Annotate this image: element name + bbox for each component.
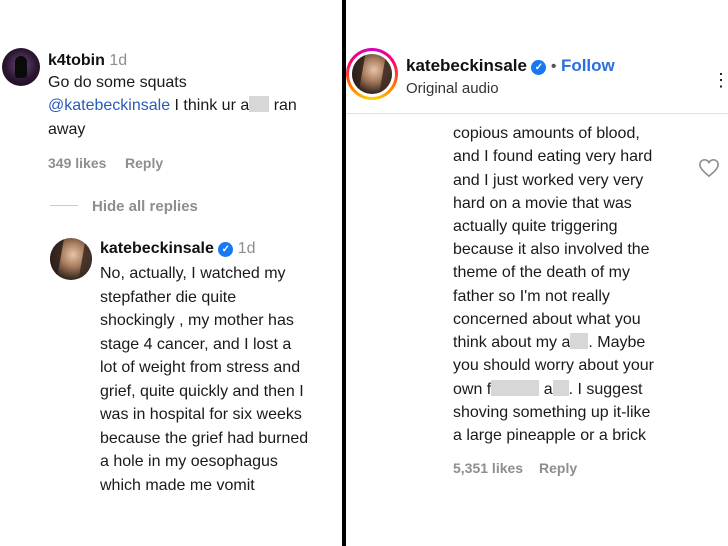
reply-line: stepfather die quite <box>100 289 237 306</box>
caption-line: and I found eating very hard <box>453 148 653 165</box>
caption-text: . I suggest <box>568 381 643 398</box>
comment-line-2: @katebeckinsale I think ur a ran <box>48 94 297 118</box>
caption-line: because it also involved the <box>453 241 650 258</box>
caption-line: shoving something up it-like <box>453 404 651 421</box>
censor-block <box>491 380 540 396</box>
reply-line: was in hospital for six weeks <box>100 406 302 423</box>
caption-line: and I just worked very very <box>453 172 644 189</box>
comment-likes[interactable]: 349 likes <box>48 155 106 171</box>
post-header: katebeckinsale ✓ • Follow <box>406 56 615 76</box>
reply-line: a hole in my oesophagus <box>100 453 278 470</box>
caption-text: think about my a <box>453 334 571 351</box>
caption-text: a <box>539 381 553 398</box>
mention-link[interactable]: @katebeckinsale <box>48 97 170 114</box>
reply-line: lot of weight from stress and <box>100 359 301 376</box>
hide-replies-button[interactable]: Hide all replies <box>92 198 198 215</box>
reply-time: 1d <box>237 240 256 257</box>
reply-line: grief, quite quickly and then I <box>100 383 304 400</box>
censor-block <box>249 96 270 112</box>
comment-line-2-end: ran <box>269 97 297 114</box>
caption-line: hard on a movie that was <box>453 195 632 212</box>
comment-line-1: Go do some squats <box>48 74 187 91</box>
post-username[interactable]: katebeckinsale <box>406 56 527 75</box>
censor-block <box>570 333 589 349</box>
caption-text: own f <box>453 381 492 398</box>
post-reply-button[interactable]: Reply <box>539 460 577 476</box>
caption-line: actually quite triggering <box>453 218 618 235</box>
caption-line: a large pineapple or a brick <box>453 427 647 444</box>
comment-username[interactable]: k4tobin <box>48 52 105 69</box>
reply-line: No, actually, I watched my <box>100 265 286 282</box>
header-bullet: • <box>550 58 557 75</box>
heart-icon[interactable] <box>698 158 720 178</box>
caption-line: concerned about what you <box>453 311 641 328</box>
comment-reply-button[interactable]: Reply <box>125 155 163 171</box>
reply-line: which made me vomit <box>100 477 255 494</box>
reply-line: because the grief had burned <box>100 430 309 447</box>
reply-line: stage 4 cancer, and I lost a <box>100 336 292 353</box>
caption-text: . Maybe <box>588 334 646 351</box>
caption-line: you should worry about your <box>453 357 654 374</box>
post-likes[interactable]: 5,351 likes <box>453 460 523 476</box>
hide-replies-line <box>50 205 78 206</box>
caption-line: father so I'm not really <box>453 288 610 305</box>
censor-block <box>552 380 569 396</box>
reply-username[interactable]: katebeckinsale <box>100 240 214 257</box>
header-separator <box>346 113 728 114</box>
audio-subtitle[interactable]: Original audio <box>406 80 499 97</box>
verified-badge-icon: ✓ <box>218 242 234 257</box>
caption-line: own f a . I suggest <box>453 378 642 402</box>
k4tobin-avatar[interactable] <box>2 48 40 86</box>
left-comment-panel: k4tobin 1d Go do some squats @katebeckin… <box>0 0 342 546</box>
comment-line-3: away <box>48 121 86 138</box>
comment-time: 1d <box>109 52 128 69</box>
comment-header: k4tobin 1d <box>48 52 127 70</box>
katebeckinsale-avatar[interactable] <box>352 54 392 94</box>
reply-header: katebeckinsale ✓ 1d <box>100 240 256 258</box>
katebeckinsale-avatar-small[interactable] <box>50 238 92 280</box>
reply-line: shockingly , my mother has <box>100 312 294 329</box>
follow-button[interactable]: Follow <box>561 56 615 75</box>
comment-line-2-text: I think ur a <box>170 97 250 114</box>
caption-line: theme of the death of my <box>453 264 630 281</box>
caption-line: copious amounts of blood, <box>453 125 640 142</box>
caption-line: think about my a . Maybe <box>453 331 645 355</box>
verified-badge-icon: ✓ <box>531 60 547 75</box>
more-options-icon[interactable]: ⋮ <box>712 70 728 91</box>
